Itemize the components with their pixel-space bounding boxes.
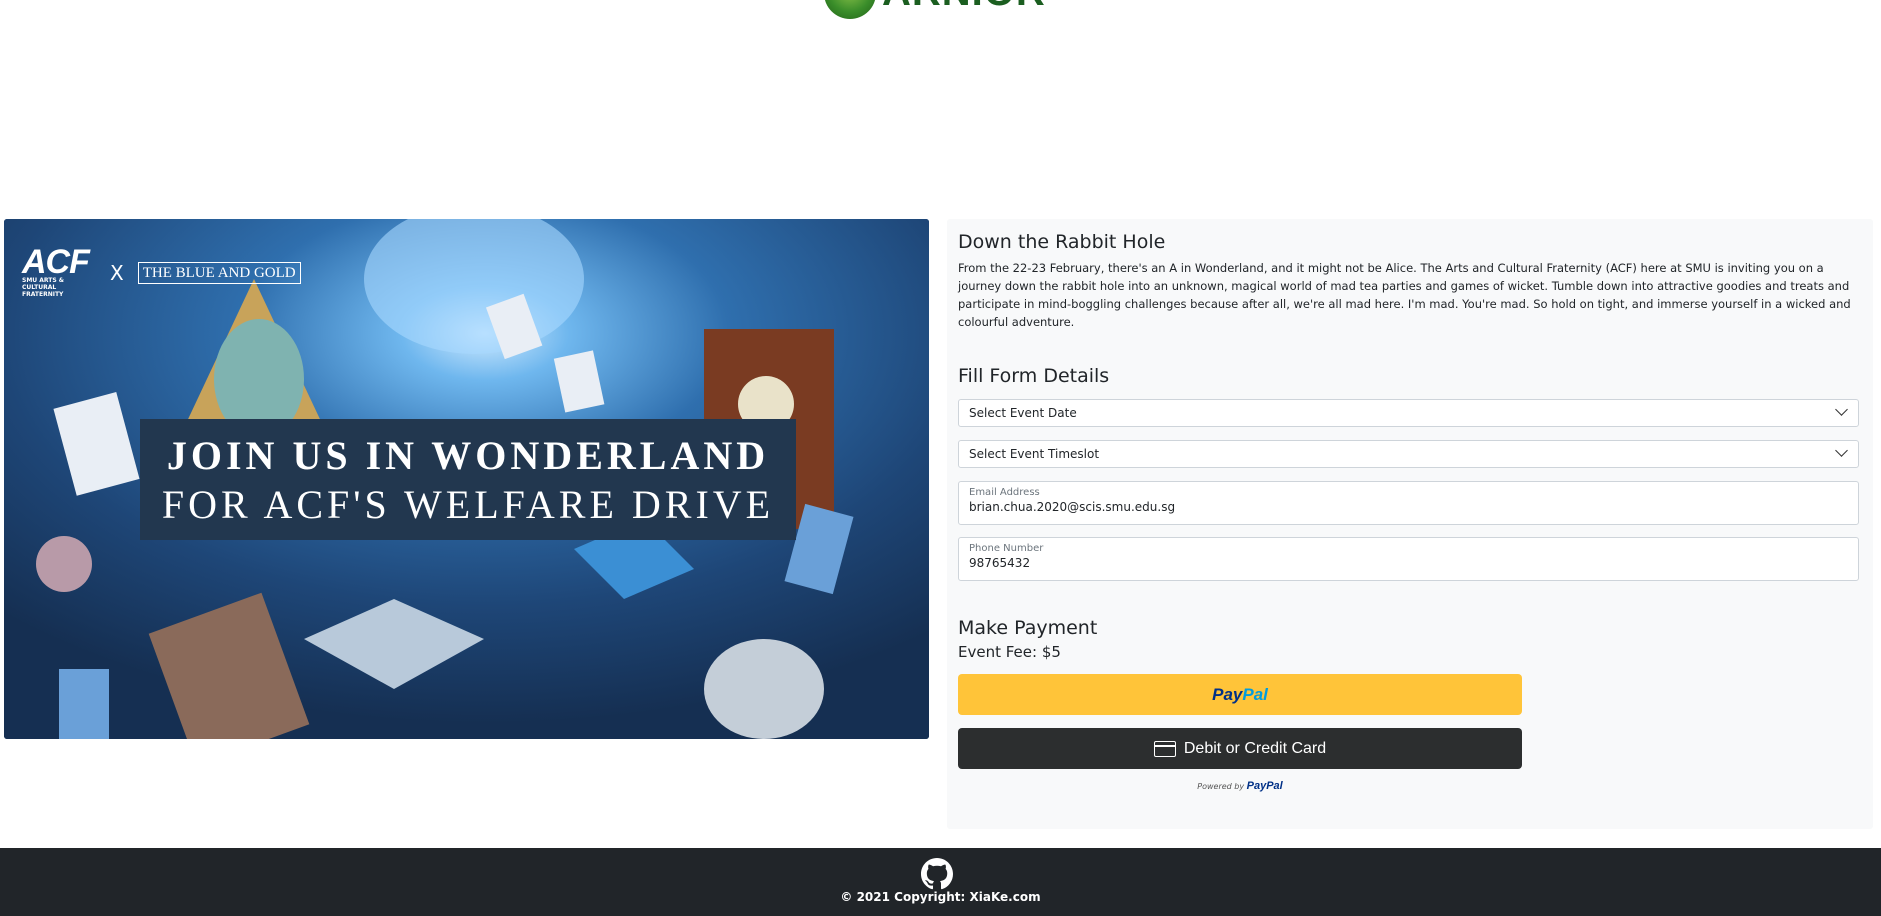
event-date-select-label: Select Event Date: [969, 406, 1077, 420]
paypal-logo-pal: Pal: [1242, 684, 1268, 704]
paypal-button[interactable]: Pay Pal: [958, 674, 1522, 715]
headline-line-2: FOR ACF'S WELFARE DRIVE: [161, 481, 775, 527]
card-button-label: Debit or Credit Card: [1183, 739, 1327, 757]
phone-field-value[interactable]: 98765432: [969, 555, 1848, 571]
event-registration-panel: Down the Rabbit Hole From the 22-23 Febr…: [947, 219, 1873, 829]
site-footer: © 2021 Copyright: XiaKe.com: [0, 848, 1881, 916]
event-title: Down the Rabbit Hole: [958, 231, 1166, 253]
payment-section-title: Make Payment: [958, 617, 1098, 639]
chevron-down-icon: [1835, 403, 1848, 416]
email-field-label: Email Address: [969, 487, 1040, 498]
powered-by-paypal: Powered by PayPal: [1197, 780, 1283, 792]
logo-emblem-icon: [824, 0, 876, 19]
event-date-select[interactable]: Select Event Date: [958, 399, 1859, 427]
event-description: From the 22-23 February, there's an A in…: [958, 261, 1851, 329]
phone-field[interactable]: Phone Number 98765432: [958, 537, 1859, 581]
credit-card-icon: [1153, 740, 1176, 757]
event-banner-image: ACF SMU ARTS & CULTURAL FRATERNITY X THE…: [4, 219, 929, 739]
site-logo[interactable]: ARNIOR: [824, 0, 1046, 19]
copyright-text: © 2021 Copyright: XiaKe.com: [840, 890, 1041, 904]
chevron-down-icon: [1835, 444, 1848, 457]
debit-credit-card-button[interactable]: Debit or Credit Card: [958, 728, 1522, 769]
event-timeslot-select[interactable]: Select Event Timeslot: [958, 440, 1859, 468]
email-field-value[interactable]: brian.chua.2020@scis.smu.edu.sg: [969, 499, 1848, 515]
event-fee: Event Fee: $5: [958, 643, 1061, 661]
phone-field-label: Phone Number: [969, 543, 1044, 554]
acf-logo: ACF SMU ARTS & CULTURAL FRATERNITY: [22, 243, 90, 298]
banner-headline: JOIN US IN WONDERLAND FOR ACF'S WELFARE …: [140, 419, 796, 540]
paypal-logo-pay: Pay: [1212, 684, 1243, 704]
collab-cross: X: [110, 260, 124, 285]
event-timeslot-select-label: Select Event Timeslot: [969, 447, 1100, 461]
logo-text: ARNIOR: [882, 0, 1046, 15]
email-field[interactable]: Email Address brian.chua.2020@scis.smu.e…: [958, 481, 1859, 525]
blue-and-gold-logo: THE BLUE AND GOLD: [137, 261, 301, 284]
form-section-title: Fill Form Details: [958, 365, 1110, 387]
github-icon[interactable]: [921, 858, 953, 890]
headline-line-1: JOIN US IN WONDERLAND: [166, 432, 770, 478]
